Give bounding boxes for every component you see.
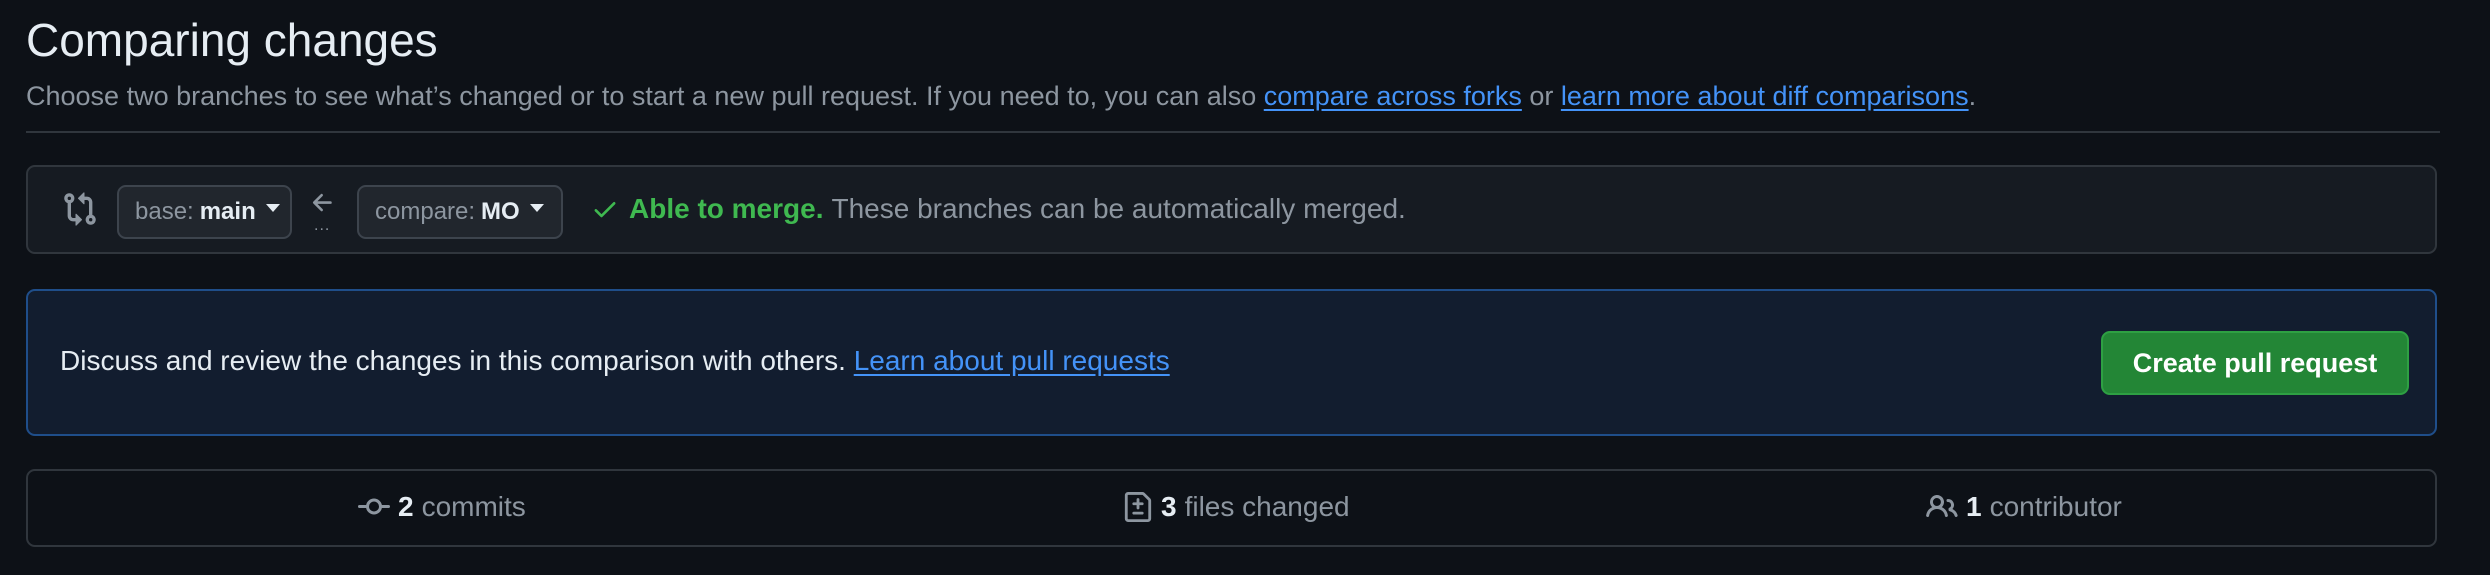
chevron-down-icon xyxy=(265,204,280,212)
discuss-text: Discuss and review the changes in this c… xyxy=(60,345,854,376)
base-branch-select[interactable]: base: main xyxy=(117,185,292,239)
header-divider xyxy=(26,131,2440,133)
contributors-label: contributor xyxy=(1989,491,2122,522)
people-icon xyxy=(1926,494,1958,518)
page-title: Comparing changes xyxy=(26,14,438,66)
create-pull-request-button[interactable]: Create pull request xyxy=(2101,331,2409,395)
pull-request-prompt: Discuss and review the changes in this c… xyxy=(26,289,2437,436)
base-branch-name: main xyxy=(199,198,256,225)
merge-status-label: Able to merge. xyxy=(629,193,824,224)
arrow-left-icon xyxy=(312,193,332,212)
check-icon xyxy=(594,202,616,218)
commits-count: 2 xyxy=(398,491,414,522)
file-diff-icon xyxy=(1124,492,1152,522)
files-label: files changed xyxy=(1184,491,1350,522)
compare-branch-name: MO xyxy=(481,198,520,225)
compare-across-forks-link[interactable]: compare across forks xyxy=(1264,81,1522,111)
compare-prefix: compare: xyxy=(375,198,476,225)
page-subtitle: Choose two branches to see what’s change… xyxy=(26,78,1976,114)
discuss-message: Discuss and review the changes in this c… xyxy=(60,345,1170,377)
comparison-stats: 2 commits 3 files changed 1 contributor xyxy=(26,469,2437,547)
git-compare-icon xyxy=(64,192,96,226)
base-prefix: base: xyxy=(135,198,194,225)
files-count: 3 xyxy=(1161,491,1177,522)
contributors-tab[interactable]: 1 contributor xyxy=(1926,491,2122,523)
commits-label: commits xyxy=(421,491,526,522)
range-dots: ... xyxy=(314,217,331,234)
merge-status-description: These branches can be automatically merg… xyxy=(831,193,1406,224)
compare-page: Comparing changes Choose two branches to… xyxy=(0,0,2490,575)
compare-branch-select[interactable]: compare: MO xyxy=(357,185,563,239)
merge-status: Able to merge. These branches can be aut… xyxy=(591,193,1406,225)
learn-pull-requests-link[interactable]: Learn about pull requests xyxy=(854,345,1170,376)
files-changed-tab[interactable]: 3 files changed xyxy=(1123,491,1350,523)
commits-tab[interactable]: 2 commits xyxy=(358,491,526,523)
diff-comparisons-link[interactable]: learn more about diff comparisons xyxy=(1561,81,1969,111)
subtitle-period: . xyxy=(1968,81,1977,111)
chevron-down-icon xyxy=(529,204,544,212)
range-editor: base: main ... compare: MO Able to merge… xyxy=(26,165,2437,254)
contributors-count: 1 xyxy=(1966,491,1982,522)
subtitle-or: or xyxy=(1521,81,1561,111)
git-commit-icon xyxy=(358,498,390,515)
subtitle-text: Choose two branches to see what’s change… xyxy=(26,81,1264,111)
